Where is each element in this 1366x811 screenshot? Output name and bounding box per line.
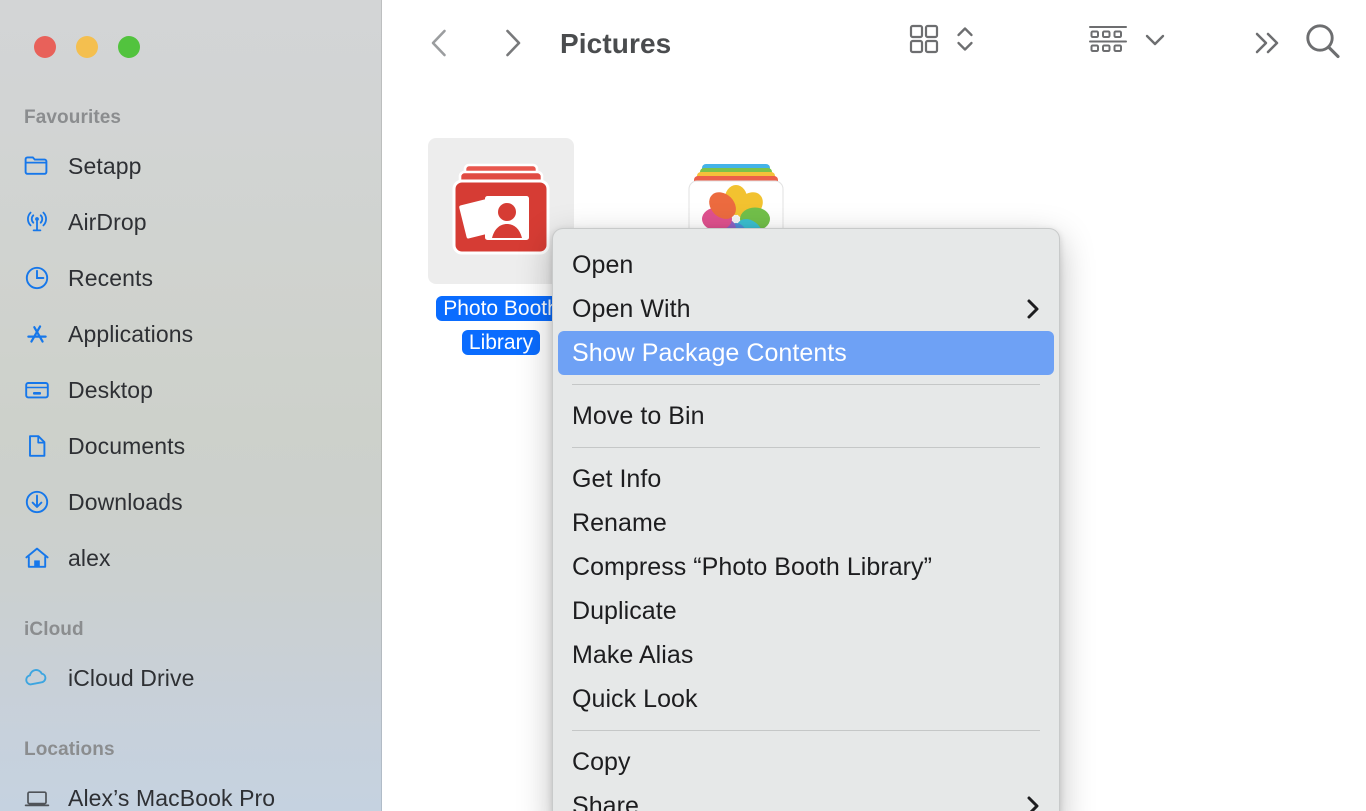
menu-item-label: Open With — [572, 294, 691, 323]
sidebar-item-label: Setapp — [68, 152, 142, 179]
menu-item-label: Duplicate — [572, 596, 677, 625]
toolbar: Pictures — [382, 0, 1366, 92]
back-button[interactable] — [418, 22, 462, 68]
group-by-button[interactable] — [1087, 22, 1167, 61]
document-icon — [22, 431, 52, 461]
menu-item-label: Compress “Photo Booth Library” — [572, 552, 932, 581]
file-label-line-2: Library — [461, 330, 541, 355]
menu-item-move-to-bin[interactable]: Move to Bin — [558, 394, 1054, 438]
close-button[interactable] — [34, 36, 56, 58]
menu-item-show-package-contents[interactable]: Show Package Contents — [558, 331, 1054, 375]
menu-item-label: Move to Bin — [572, 401, 705, 430]
sidebar-item-icloud-drive[interactable]: iCloud Drive — [22, 657, 370, 699]
sidebar-item-label: Recents — [68, 264, 154, 291]
menu-item-rename[interactable]: Rename — [558, 501, 1054, 545]
menu-item-make-alias[interactable]: Make Alias — [558, 633, 1054, 677]
menu-item-label: Open — [572, 250, 634, 279]
app-store-icon — [22, 319, 52, 349]
chevron-left-icon — [425, 26, 455, 65]
chevron-up-down-icon — [955, 22, 975, 61]
folder-icon — [22, 151, 52, 181]
home-icon — [22, 543, 52, 573]
menu-item-open[interactable]: Open — [558, 243, 1054, 287]
window-controls — [34, 36, 140, 58]
sidebar-item-label: Applications — [68, 320, 194, 347]
view-options-button[interactable] — [907, 22, 975, 61]
chevron-right-icon — [1024, 297, 1042, 321]
desktop-icon — [22, 375, 52, 405]
zoom-button[interactable] — [118, 36, 140, 58]
menu-item-open-with[interactable]: Open With — [558, 287, 1054, 331]
chevron-down-icon — [1143, 22, 1167, 61]
sidebar-item-label: Alex’s MacBook Pro — [68, 784, 276, 811]
menu-item-label: Share — [572, 791, 639, 811]
clock-icon — [22, 263, 52, 293]
chevron-right-icon — [497, 26, 527, 65]
forward-button[interactable] — [490, 22, 534, 68]
menu-item-compress[interactable]: Compress “Photo Booth Library” — [558, 545, 1054, 589]
menu-separator — [572, 447, 1040, 448]
sidebar-item-label: AirDrop — [68, 208, 147, 235]
sidebar-item-label: Downloads — [68, 488, 183, 515]
search-icon — [1301, 20, 1345, 69]
menu-item-label: Show Package Contents — [572, 338, 847, 367]
sidebar-item-airdrop[interactable]: AirDrop — [22, 201, 370, 243]
file-label-line-1: Photo Booth — [436, 296, 566, 321]
cloud-icon — [22, 663, 52, 693]
file-label[interactable]: Photo Booth Library — [436, 292, 566, 360]
menu-separator — [572, 730, 1040, 731]
menu-item-copy[interactable]: Copy — [558, 740, 1054, 784]
sidebar-item-label: Documents — [68, 432, 186, 459]
sidebar-item-label: Desktop — [68, 376, 154, 403]
icon-view-icon — [907, 22, 941, 61]
laptop-icon — [22, 783, 52, 811]
sidebar-item-recents[interactable]: Recents — [22, 257, 370, 299]
menu-item-label: Copy — [572, 747, 631, 776]
sidebar-item-downloads[interactable]: Downloads — [22, 481, 370, 523]
sidebar-item-desktop[interactable]: Desktop — [22, 369, 370, 411]
menu-separator — [572, 384, 1040, 385]
more-toolbar-items-button[interactable] — [1247, 22, 1287, 68]
group-by-icon — [1087, 22, 1129, 61]
menu-item-share[interactable]: Share — [558, 784, 1054, 811]
sidebar-item-documents[interactable]: Documents — [22, 425, 370, 467]
sidebar-item-applications[interactable]: Applications — [22, 313, 370, 355]
sidebar-section-icloud: iCloud — [24, 619, 84, 640]
page-title: Pictures — [560, 28, 672, 59]
sidebar-item-setapp[interactable]: Setapp — [22, 145, 370, 187]
sidebar-section-favourites: Favourites — [24, 107, 122, 128]
context-menu: Open Open With Show Package Contents Mov… — [552, 228, 1060, 811]
minimise-button[interactable] — [76, 36, 98, 58]
menu-item-get-info[interactable]: Get Info — [558, 457, 1054, 501]
menu-item-label: Make Alias — [572, 640, 694, 669]
menu-item-label: Get Info — [572, 464, 662, 493]
download-icon — [22, 487, 52, 517]
sidebar: Favourites Setapp AirDrop Recents Applic… — [0, 0, 382, 811]
chevron-right-icon — [1024, 794, 1042, 811]
sidebar-section-locations: Locations — [24, 739, 115, 760]
airdrop-icon — [22, 207, 52, 237]
menu-item-duplicate[interactable]: Duplicate — [558, 589, 1054, 633]
menu-item-label: Rename — [572, 508, 667, 537]
sidebar-item-label: alex — [68, 544, 111, 571]
sidebar-item-label: iCloud Drive — [68, 664, 195, 691]
sidebar-item-home[interactable]: alex — [22, 537, 370, 579]
sidebar-item-macbook-pro[interactable]: Alex’s MacBook Pro — [22, 777, 370, 811]
menu-item-label: Quick Look — [572, 684, 698, 713]
double-chevron-right-icon — [1249, 26, 1285, 65]
menu-item-quick-look[interactable]: Quick Look — [558, 677, 1054, 721]
search-button[interactable] — [1300, 18, 1346, 70]
finder-window: Favourites Setapp AirDrop Recents Applic… — [0, 0, 1366, 811]
